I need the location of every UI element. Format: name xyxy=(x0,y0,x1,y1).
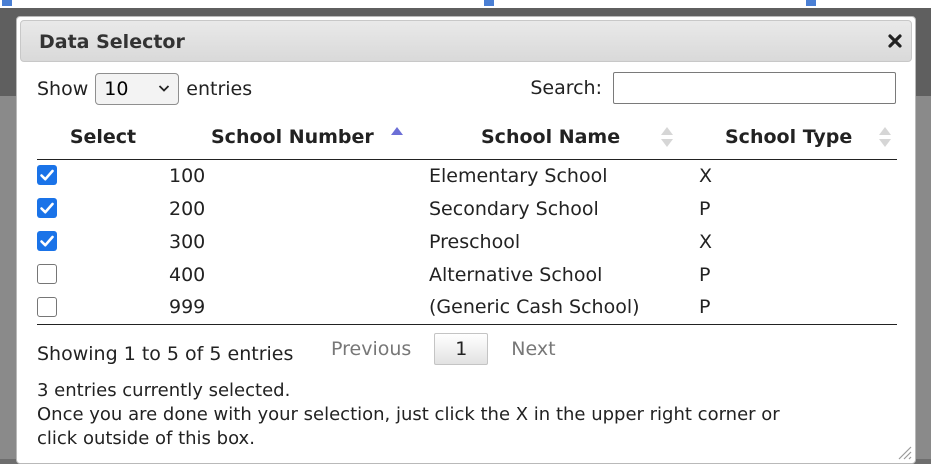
sort-both-icon xyxy=(879,127,891,147)
select-cell xyxy=(37,159,169,192)
bookmarks-bar xyxy=(0,0,931,8)
select-cell xyxy=(37,225,169,258)
school-name-cell: Preschool xyxy=(429,230,521,253)
checkmark-icon xyxy=(40,235,54,247)
length-select-wrapper: 10 xyxy=(88,73,186,105)
sort-ascending-icon xyxy=(391,127,403,135)
instruction-text-line-1: Once you are done with your selection, j… xyxy=(37,404,780,425)
school-name-cell: Elementary School xyxy=(429,164,608,187)
close-x-icon[interactable] xyxy=(885,31,905,51)
row-select-checkbox[interactable] xyxy=(37,264,57,284)
school-type-cell: P xyxy=(699,291,897,325)
school-number-cell: 100 xyxy=(169,164,206,187)
school-name-cell: Secondary School xyxy=(429,197,599,220)
bookmark-item[interactable] xyxy=(484,0,497,7)
checkmark-icon xyxy=(40,169,54,181)
school-type-cell: X xyxy=(699,164,713,187)
search-input[interactable] xyxy=(613,72,896,104)
bookmark-icon xyxy=(806,0,816,6)
entries-per-page-select[interactable]: 10 xyxy=(95,73,180,105)
bookmark-icon xyxy=(484,0,494,6)
search-control: Search: xyxy=(530,72,896,104)
search-label: Search: xyxy=(530,77,602,99)
column-header-label: School Type xyxy=(725,125,853,148)
dialog-title: Data Selector xyxy=(39,31,185,53)
school-type-cell: X xyxy=(699,230,713,253)
length-suffix-label: entries xyxy=(186,78,253,100)
selected-count-text: 3 entries currently selected. xyxy=(37,380,291,401)
row-select-checkbox[interactable] xyxy=(37,165,57,186)
next-page-button[interactable]: Next xyxy=(511,338,555,360)
table-row[interactable]: 200 Secondary School P xyxy=(37,192,897,225)
pagination: Previous 1 Next xyxy=(331,333,556,365)
table-body: 100 Elementary School X 200 Secondary School… xyxy=(37,159,897,325)
school-number-cell: 300 xyxy=(169,230,206,253)
column-header-label: Select xyxy=(69,125,137,148)
table-row[interactable]: 300 Preschool X xyxy=(37,225,897,258)
close-x-glyph xyxy=(888,34,902,48)
column-header-select: Select xyxy=(37,115,169,160)
school-number-cell: 999 xyxy=(169,291,429,325)
row-select-checkbox[interactable] xyxy=(37,296,57,317)
resize-grip-icon[interactable] xyxy=(896,444,912,460)
table-info: Showing 1 to 5 of 5 entries xyxy=(37,343,294,365)
column-header-school-number[interactable]: School Number xyxy=(169,115,429,160)
previous-page-button[interactable]: Previous xyxy=(331,338,411,360)
dialog-titlebar[interactable]: Data Selector xyxy=(20,20,912,62)
select-cell xyxy=(37,192,169,225)
school-name-cell: (Generic Cash School) xyxy=(429,291,699,325)
sort-both-icon xyxy=(661,127,673,147)
select-cell xyxy=(37,291,169,325)
school-number-cell: 200 xyxy=(169,197,206,220)
school-name-cell: Alternative School xyxy=(429,263,603,286)
column-header-label: School Number xyxy=(211,125,374,148)
page-1-button[interactable]: 1 xyxy=(434,333,489,365)
select-cell xyxy=(37,258,169,291)
entries-length-control: Show 10 entries xyxy=(37,73,252,105)
checkmark-icon xyxy=(40,202,54,214)
column-header-school-type[interactable]: School Type xyxy=(699,115,897,160)
table-row[interactable]: 100 Elementary School X xyxy=(37,159,897,192)
row-select-checkbox[interactable] xyxy=(37,231,57,251)
table-row[interactable]: 400 Alternative School P xyxy=(37,258,897,291)
schools-table: Select School Number School Name School … xyxy=(37,115,897,325)
column-header-school-name[interactable]: School Name xyxy=(429,115,699,160)
column-header-label: School Name xyxy=(481,125,621,148)
school-type-cell: P xyxy=(699,263,711,286)
bookmark-item[interactable] xyxy=(2,0,15,7)
school-type-cell: P xyxy=(699,197,711,220)
row-select-checkbox[interactable] xyxy=(37,198,57,218)
data-selector-dialog: Data Selector Show 10 entries Search: Se… xyxy=(16,16,916,464)
length-prefix-label: Show xyxy=(37,78,89,100)
table-row[interactable]: 999 (Generic Cash School) P xyxy=(37,291,897,325)
bookmark-icon xyxy=(2,0,12,6)
bookmark-item[interactable] xyxy=(806,0,819,7)
school-number-cell: 400 xyxy=(169,263,206,286)
table-header-row: Select School Number School Name School … xyxy=(37,115,897,160)
selection-note: 3 entries currently selected. Once you a… xyxy=(37,379,897,451)
instruction-text-line-2: click outside of this box. xyxy=(37,428,255,449)
